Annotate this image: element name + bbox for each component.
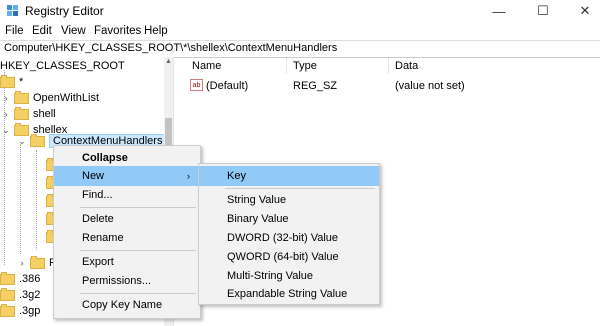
folder-icon bbox=[14, 90, 29, 104]
value-data: (value not set) bbox=[395, 80, 465, 92]
tree-node-p[interactable]: › P bbox=[18, 255, 56, 271]
tree-node-label: shell bbox=[33, 108, 56, 120]
submenu-item-key[interactable]: Key bbox=[199, 166, 379, 186]
menu-item-label: QWORD (64-bit) Value bbox=[227, 251, 339, 263]
menu-item-export[interactable]: Export bbox=[54, 252, 200, 272]
menu-item-label: Permissions... bbox=[82, 275, 152, 287]
menu-item-label: Multi-String Value bbox=[227, 270, 313, 282]
menu-item-label: Collapse bbox=[82, 152, 128, 164]
column-separator[interactable] bbox=[286, 58, 287, 74]
folder-icon bbox=[0, 74, 15, 88]
menu-item-label: Binary Value bbox=[227, 213, 289, 225]
folder-icon bbox=[30, 255, 45, 269]
folder-icon bbox=[0, 303, 15, 317]
menu-item-copy-key-name[interactable]: Copy Key Name bbox=[54, 295, 200, 315]
tree-connector bbox=[20, 144, 22, 254]
scroll-up-arrow-icon[interactable]: ▲ bbox=[164, 58, 173, 66]
menu-item-label: Key bbox=[227, 170, 246, 182]
submenu-item-qword-value[interactable]: QWORD (64-bit) Value bbox=[199, 247, 379, 267]
column-header-data[interactable]: Data bbox=[395, 60, 418, 72]
menu-item-label: Delete bbox=[82, 213, 114, 225]
menu-item-label: String Value bbox=[227, 194, 287, 206]
tree-node-openwithlist[interactable]: › OpenWithList bbox=[2, 90, 99, 106]
new-submenu: Key String Value Binary Value DWORD (32-… bbox=[198, 163, 380, 305]
tree-node-386[interactable]: .386 bbox=[0, 271, 40, 287]
minimize-button[interactable]: — bbox=[476, 0, 522, 22]
menu-item-label: Export bbox=[82, 256, 114, 268]
tree-node-label: * bbox=[19, 76, 24, 88]
tree-node-star[interactable]: * bbox=[0, 74, 23, 90]
menu-item-label: Expandable String Value bbox=[227, 288, 348, 300]
chevron-right-icon: › bbox=[187, 171, 190, 181]
menu-item-find[interactable]: Find... bbox=[54, 185, 200, 205]
menu-item-label: New bbox=[82, 170, 105, 182]
window-title: Registry Editor bbox=[25, 4, 104, 18]
tree-node-root[interactable]: HKEY_CLASSES_ROOT bbox=[0, 58, 125, 74]
submenu-item-expandable-string-value[interactable]: Expandable String Value bbox=[199, 284, 379, 304]
context-menu: Collapse New › Find... Delete Rename Exp… bbox=[53, 145, 201, 319]
tree-node-label: .3g2 bbox=[19, 289, 41, 301]
menu-item-rename[interactable]: Rename bbox=[54, 228, 200, 248]
column-header-name[interactable]: Name bbox=[192, 60, 221, 72]
menu-separator bbox=[80, 250, 196, 251]
menu-item-label: DWORD (32-bit) Value bbox=[227, 232, 339, 244]
close-icon: ✕ bbox=[579, 3, 591, 18]
tree-node-label: OpenWithList bbox=[33, 92, 100, 104]
menu-separator bbox=[80, 293, 196, 294]
tree-node-label: HKEY_CLASSES_ROOT bbox=[0, 60, 125, 72]
submenu-item-multi-string-value[interactable]: Multi-String Value bbox=[199, 266, 379, 286]
column-separator[interactable] bbox=[388, 58, 389, 74]
submenu-item-binary-value[interactable]: Binary Value bbox=[199, 209, 379, 229]
menu-item-label: Rename bbox=[82, 232, 124, 244]
folder-icon bbox=[0, 271, 15, 285]
minimize-icon: — bbox=[492, 3, 506, 19]
tree-node-shell[interactable]: › shell bbox=[2, 106, 56, 122]
folder-icon bbox=[30, 133, 45, 147]
column-header-type[interactable]: Type bbox=[293, 60, 317, 72]
address-path[interactable]: Computer\HKEY_CLASSES_ROOT\*\shellex\Con… bbox=[4, 42, 337, 54]
tree-node-3gp[interactable]: .3gp bbox=[0, 303, 40, 319]
registry-editor-icon bbox=[6, 4, 20, 18]
close-button[interactable]: ✕ bbox=[562, 0, 600, 22]
menu-item-collapse[interactable]: Collapse bbox=[54, 148, 200, 168]
maximize-button[interactable]: ☐ bbox=[520, 0, 566, 22]
menu-help[interactable]: Help bbox=[144, 25, 168, 37]
menu-favorites[interactable]: Favorites bbox=[94, 25, 141, 37]
folder-icon bbox=[14, 106, 29, 120]
submenu-item-string-value[interactable]: String Value bbox=[199, 190, 379, 210]
menu-item-new[interactable]: New › bbox=[54, 166, 200, 186]
menu-view[interactable]: View bbox=[61, 25, 86, 37]
tree-node-3g2[interactable]: .3g2 bbox=[0, 287, 40, 303]
menu-item-label: Copy Key Name bbox=[82, 299, 163, 311]
menu-separator bbox=[225, 188, 375, 189]
menu-item-delete[interactable]: Delete bbox=[54, 209, 200, 229]
chevron-down-icon[interactable]: ⌄ bbox=[2, 125, 10, 136]
menu-edit[interactable]: Edit bbox=[32, 25, 52, 37]
tree-node-label: .386 bbox=[19, 273, 41, 285]
submenu-item-dword-value[interactable]: DWORD (32-bit) Value bbox=[199, 228, 379, 248]
menu-file[interactable]: File bbox=[5, 25, 24, 37]
menu-item-permissions[interactable]: Permissions... bbox=[54, 271, 200, 291]
string-value-icon: ab bbox=[190, 79, 203, 91]
chevron-down-icon[interactable]: ⌄ bbox=[18, 136, 26, 147]
value-name[interactable]: (Default) bbox=[206, 80, 248, 92]
menu-bar bbox=[0, 22, 600, 40]
menu-item-label: Find... bbox=[82, 189, 113, 201]
chevron-right-icon[interactable]: › bbox=[2, 109, 10, 119]
value-type: REG_SZ bbox=[293, 80, 338, 92]
tree-connector bbox=[36, 150, 38, 250]
maximize-icon: ☐ bbox=[537, 3, 549, 18]
menu-separator bbox=[80, 207, 196, 208]
folder-icon bbox=[0, 287, 15, 301]
chevron-right-icon[interactable]: › bbox=[18, 258, 26, 268]
chevron-right-icon[interactable]: › bbox=[2, 93, 10, 103]
tree-node-label: .3gp bbox=[19, 305, 41, 317]
